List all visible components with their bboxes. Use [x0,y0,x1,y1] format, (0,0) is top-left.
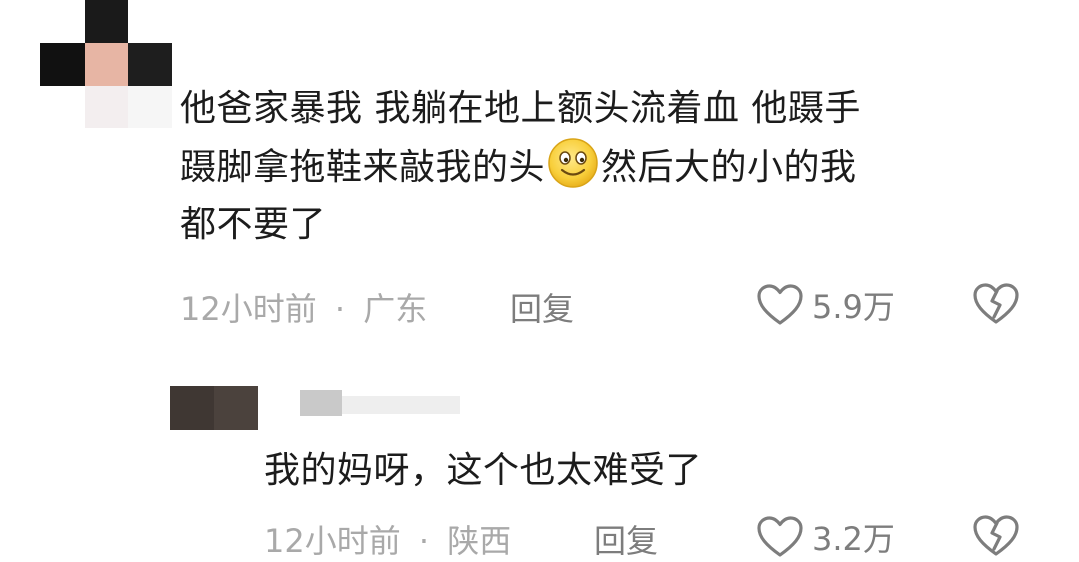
meta-separator: · [418,522,430,560]
comment-meta: 12小时前 · 广东 [180,284,427,330]
comment-text-line: 然后大的小的我 [601,147,857,188]
reply-button[interactable]: 回复 [594,516,658,562]
broken-heart-icon [973,515,1019,556]
comment-time: 12小时前 [264,522,401,560]
nickname-blurred[interactable] [300,390,460,418]
avatar-pixel [40,86,85,128]
comment-meta: 12小时前 · 陕西 [264,516,511,562]
avatar[interactable] [170,386,258,430]
comment-time: 12小时前 [180,290,317,328]
like-count: 5.9万 [812,288,895,326]
heart-outline-icon [757,516,803,557]
like-count: 3.2万 [812,520,895,558]
heart-outline-icon [757,284,803,325]
avatar-pixel [214,386,258,430]
comment-text-line: 我的妈呀，这个也太难受了 [264,450,703,491]
comment-text: 他爸家暴我 我躺在地上额头流着血 他蹑手 蹑脚拿拖鞋来敲我的头 然后大的小的我 … [180,80,1040,253]
avatar-pixel [128,0,172,43]
avatar-pixel [40,0,85,43]
avatar-pixel [170,386,214,430]
avatar-pixel [85,0,128,43]
comment-text-line: 都不要了 [180,204,327,245]
comment-location: 广东 [363,290,428,328]
comment-text-line: 蹑脚拿拖鞋来敲我的头 [180,147,546,188]
like-button[interactable]: 5.9万 [756,282,895,328]
reply-button[interactable]: 回复 [510,284,574,330]
smile-emoji-icon [548,138,598,188]
meta-separator: · [334,290,346,328]
like-button[interactable]: 3.2万 [756,514,895,560]
avatar-pixel [85,43,128,86]
avatar-pixel [40,43,85,86]
comment-location: 陕西 [447,522,512,560]
avatar-pixel [85,86,128,128]
broken-heart-icon [973,283,1019,324]
avatar-pixel [128,86,172,128]
dislike-button[interactable] [972,514,1020,558]
comment-text: 我的妈呀，这个也太难受了 [264,442,1044,499]
avatar[interactable] [40,0,172,128]
avatar-pixel [128,43,172,86]
comment-text-line: 他爸家暴我 我躺在地上额头流着血 他蹑手 [180,88,861,129]
dislike-button[interactable] [972,282,1020,326]
